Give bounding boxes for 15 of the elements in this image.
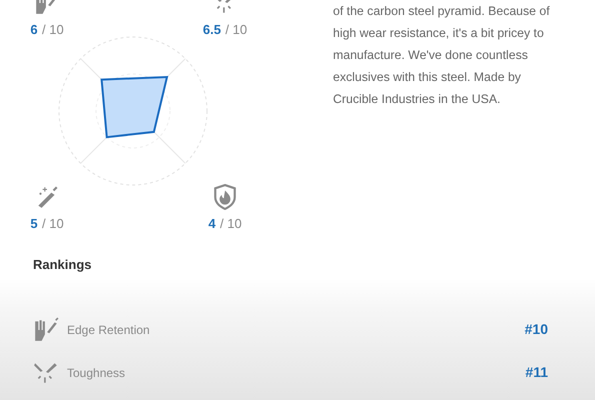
score-value: 6.5 [202,22,221,37]
ranking-number: #10 [524,320,548,339]
score-max: / 10 [42,22,64,37]
ranking-label: Edge Retention [67,322,151,338]
score-max: / 10 [225,22,248,37]
shield-flame-icon [212,184,238,210]
ranking-label: Toughness [67,364,126,382]
score-value: 4 [208,216,216,231]
score-value: 5 [30,216,38,231]
score-max: / 10 [220,216,242,231]
score-max: / 10 [42,216,64,231]
score-value: 6 [30,22,38,37]
description-text: of the carbon steel pyramid. Because of high wear resistance, it's a bit pricey to manufacture. We've done countless exclusives with this steel. Made by Crucible Industries in the USA. [333,3,551,108]
ranking-number: #11 [525,363,548,382]
glove-knife-icon [33,316,59,342]
